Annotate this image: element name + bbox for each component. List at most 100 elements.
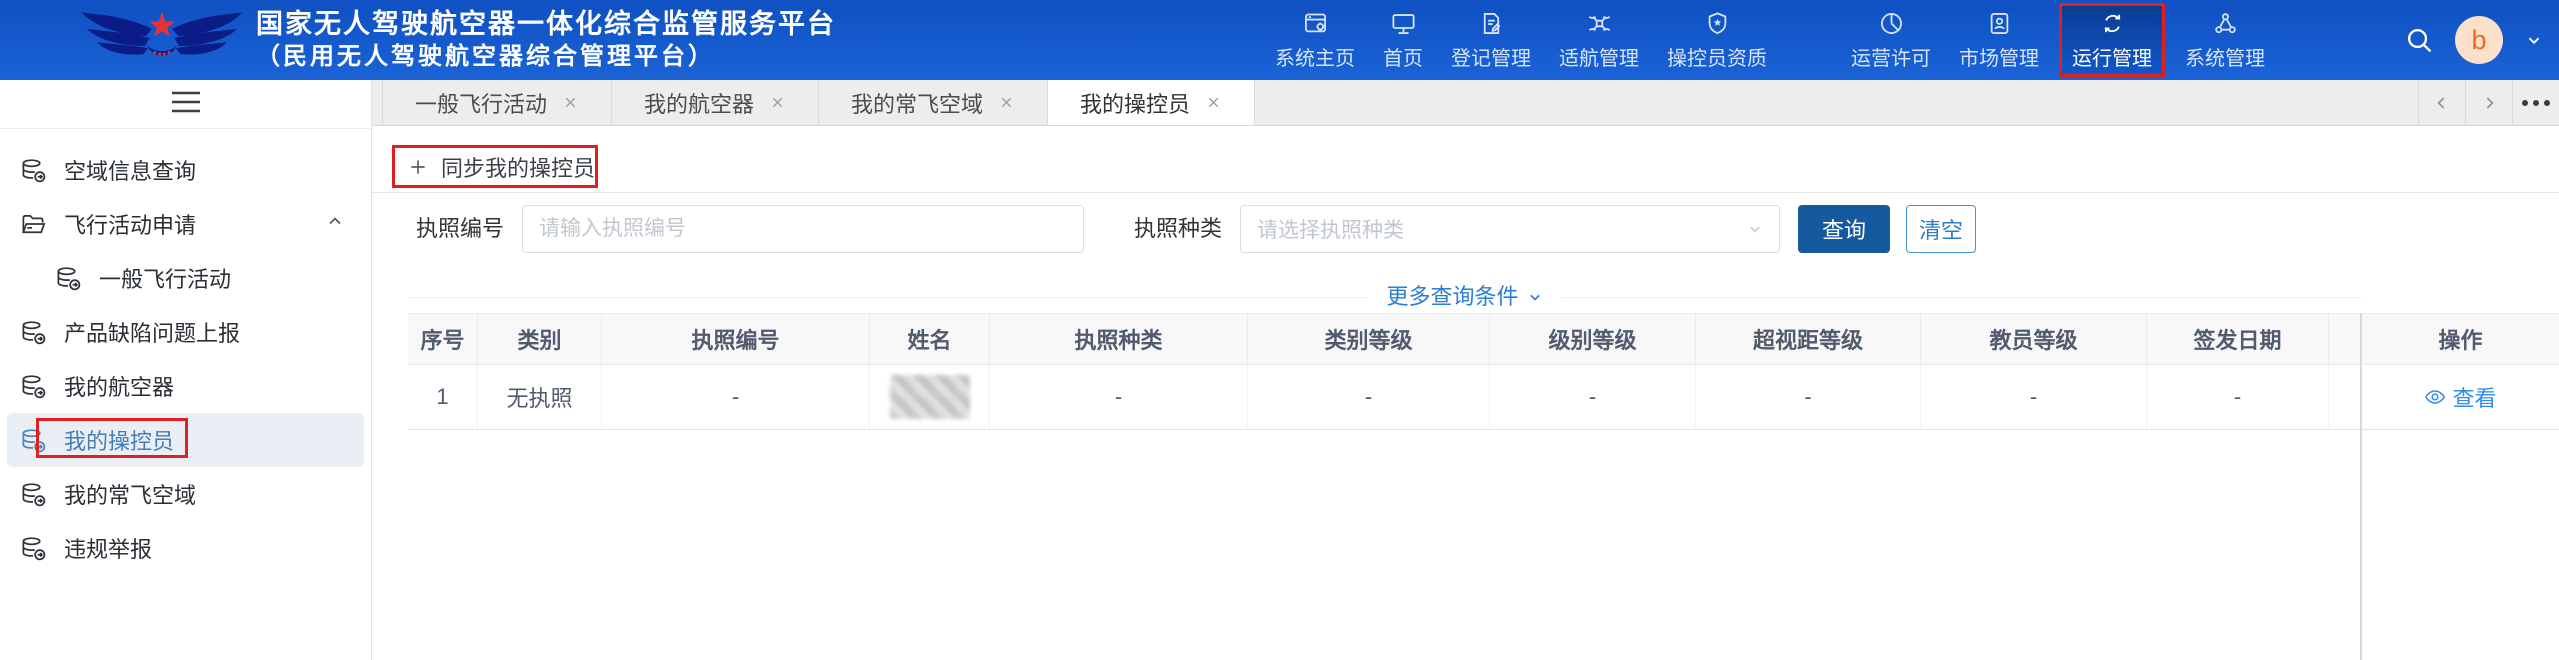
close-icon[interactable] — [1205, 94, 1222, 111]
sidebar-header — [0, 80, 371, 129]
cell-license-type: - — [990, 365, 1248, 429]
more-conditions-row: 更多查询条件 — [372, 282, 2559, 312]
close-icon[interactable] — [769, 94, 786, 111]
nav-item-airworthiness[interactable]: 适航管理 — [1551, 0, 1647, 80]
drone-icon — [1586, 10, 1613, 37]
platform-title-line2: （民用无人驾驶航空器综合管理平台） — [256, 41, 836, 72]
tab-scroll-right-icon[interactable] — [2465, 80, 2512, 125]
sidebar-item-label: 违规举报 — [64, 532, 152, 564]
more-conditions-label: 更多查询条件 — [1386, 282, 1518, 312]
cell-instructor-grade: - — [1921, 365, 2147, 429]
sidebar-item-label: 我的操控员 — [64, 424, 174, 456]
sync-my-operators-button[interactable]: 同步我的操控员 — [392, 145, 598, 188]
sidebar-item-label: 我的常飞空域 — [64, 478, 196, 510]
nav-label: 适航管理 — [1559, 42, 1639, 71]
col-header-action: 操作 — [2362, 314, 2559, 364]
sidebar-item-general-flight-activity[interactable]: 一般飞行活动 — [0, 251, 371, 305]
col-header-seq: 序号 — [408, 314, 478, 364]
database-arrow-icon — [20, 427, 47, 454]
sidebar-item-my-frequent-airspace[interactable]: 我的常飞空域 — [0, 467, 371, 521]
caac-wings-logo-icon — [76, 7, 248, 73]
sidebar-item-label: 空域信息查询 — [64, 154, 196, 186]
license-no-input[interactable] — [522, 205, 1084, 253]
header-right-controls: b — [2404, 0, 2545, 80]
nav-item-operator-qualification[interactable]: 操控员资质 — [1659, 0, 1775, 80]
chevron-down-icon — [1525, 287, 1545, 307]
top-nav: 系统主页 首页 登记管理 适 — [1267, 0, 2273, 80]
platform-title: 国家无人驾驶航空器一体化综合监管服务平台 （民用无人驾驶航空器综合管理平台） — [256, 8, 836, 72]
table-header-row: 序号 类别 执照编号 姓名 执照种类 类别等级 级别等级 超视距等级 教员等级 … — [408, 313, 2559, 365]
chevron-down-icon[interactable] — [2523, 29, 2545, 51]
cell-level-grade: - — [1490, 365, 1696, 429]
hamburger-menu-icon[interactable] — [170, 91, 202, 118]
sidebar-item-label: 我的航空器 — [64, 370, 174, 402]
nav-item-home[interactable]: 首页 — [1375, 0, 1431, 80]
app-header: 国家无人驾驶航空器一体化综合监管服务平台 （民用无人驾驶航空器综合管理平台） 系… — [0, 0, 2559, 80]
tab-my-frequent-airspace[interactable]: 我的常飞空域 — [819, 80, 1048, 125]
nav-item-system-home[interactable]: 系统主页 — [1267, 0, 1363, 80]
nav-item-operation-license[interactable]: 运营许可 — [1843, 0, 1939, 80]
close-icon[interactable] — [998, 94, 1015, 111]
avatar[interactable]: b — [2455, 16, 2503, 64]
cell-category: 无执照 — [478, 365, 602, 429]
operators-table: 序号 类别 执照编号 姓名 执照种类 类别等级 级别等级 超视距等级 教员等级 … — [408, 313, 2559, 430]
database-arrow-icon — [20, 319, 47, 346]
cell-action: 查看 — [2362, 365, 2559, 429]
tab-scroll-controls — [2418, 80, 2559, 125]
sidebar-item-violation-report[interactable]: 违规举报 — [0, 521, 371, 575]
sidebar-item-product-defect-report[interactable]: 产品缺陷问题上报 — [0, 305, 371, 359]
more-conditions-link[interactable]: 更多查询条件 — [1372, 282, 1558, 312]
tab-general-flight-activity[interactable]: 一般飞行活动 — [383, 80, 612, 125]
col-header-category-grade: 类别等级 — [1248, 314, 1490, 364]
sidebar-item-airspace-info-query[interactable]: 空域信息查询 — [0, 143, 371, 197]
shield-star-icon — [1704, 10, 1731, 37]
chevron-up-icon[interactable] — [325, 211, 345, 237]
sidebar-item-my-aircraft[interactable]: 我的航空器 — [0, 359, 371, 413]
license-type-label: 执照种类 — [1134, 205, 1222, 253]
cell-name — [870, 365, 990, 429]
cell-category-grade: - — [1248, 365, 1490, 429]
database-arrow-icon — [55, 265, 82, 292]
nav-label: 运营许可 — [1851, 42, 1931, 71]
nav-item-market-management[interactable]: 市场管理 — [1951, 0, 2047, 80]
id-badge-icon — [1986, 10, 2013, 37]
nav-item-registration[interactable]: 登记管理 — [1443, 0, 1539, 80]
tab-label: 一般飞行活动 — [415, 87, 547, 119]
tab-bar: 一般飞行活动 我的航空器 我的常飞空域 我的操控员 — [372, 80, 2559, 126]
license-no-label: 执照编号 — [416, 205, 504, 253]
search-icon[interactable] — [2404, 25, 2435, 56]
nav-label: 运行管理 — [2072, 42, 2152, 71]
col-header-category: 类别 — [478, 314, 602, 364]
sidebar-item-my-operators[interactable]: 我的操控员 — [7, 413, 364, 467]
tab-my-aircraft[interactable]: 我的航空器 — [612, 80, 819, 125]
table-row: 1 无执照 - - - - - - - 查看 — [408, 365, 2559, 430]
license-type-select[interactable]: 请选择执照种类 — [1240, 205, 1780, 253]
tab-my-operators[interactable]: 我的操控员 — [1048, 80, 1255, 125]
tab-label: 我的航空器 — [644, 87, 754, 119]
cell-issue-date: - — [2147, 365, 2329, 429]
tabbar-lead-spacer — [372, 80, 383, 125]
query-button[interactable]: 查询 — [1798, 205, 1890, 253]
nav-item-system-management[interactable]: 系统管理 — [2177, 0, 2273, 80]
nav-item-operation-management[interactable]: 运行管理 — [2059, 3, 2165, 77]
sidebar-item-flight-activity-application[interactable]: 飞行活动申请 — [0, 197, 371, 251]
toolbar-divider — [372, 192, 2559, 193]
tab-label: 我的常飞空域 — [851, 87, 983, 119]
document-stamp-icon — [1478, 10, 1505, 37]
cell-license-no: - — [602, 365, 870, 429]
plus-icon — [408, 157, 428, 177]
clear-button[interactable]: 清空 — [1906, 205, 1976, 253]
redacted-name-blur — [890, 375, 970, 419]
tab-scroll-left-icon[interactable] — [2418, 80, 2465, 125]
tab-more-options-icon[interactable] — [2512, 80, 2559, 125]
database-arrow-icon — [20, 373, 47, 400]
nav-label: 操控员资质 — [1667, 42, 1767, 71]
view-link[interactable]: 查看 — [2424, 381, 2496, 413]
eye-icon — [2424, 386, 2446, 408]
sync-button-label: 同步我的操控员 — [441, 151, 595, 183]
col-header-name: 姓名 — [870, 314, 990, 364]
col-header-bvlos-grade: 超视距等级 — [1696, 314, 1921, 364]
fixed-column-divider — [2360, 313, 2362, 660]
close-icon[interactable] — [562, 94, 579, 111]
nav-label: 首页 — [1383, 42, 1423, 71]
